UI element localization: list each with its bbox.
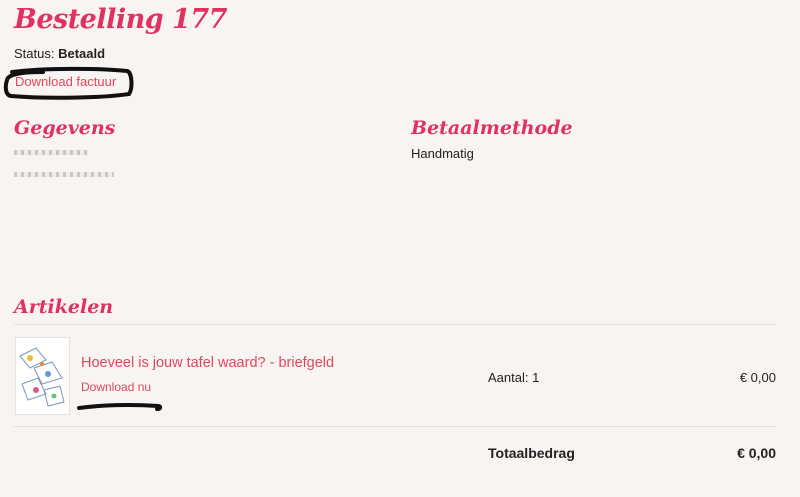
page-title: Bestelling 177 — [14, 4, 227, 35]
order-status: Status: Betaald — [14, 46, 105, 61]
redacted-email — [14, 172, 114, 177]
divider — [14, 324, 776, 325]
total-value: € 0,00 — [737, 445, 776, 461]
payment-heading: Betaalmethode — [411, 117, 573, 139]
product-image-icon — [19, 347, 65, 407]
status-label: Status: — [14, 46, 55, 61]
download-invoice-link[interactable]: Download factuur — [15, 74, 116, 89]
item-price: € 0,00 — [739, 370, 776, 385]
total-label: Totaalbedrag — [488, 445, 575, 461]
status-value: Betaald — [58, 46, 106, 61]
redacted-name — [14, 150, 88, 155]
underline-scribble — [77, 402, 163, 411]
product-thumbnail[interactable] — [15, 337, 70, 415]
articles-heading: Artikelen — [14, 296, 114, 318]
payment-method: Handmatig — [411, 146, 474, 161]
download-now-link[interactable]: Download nu — [81, 380, 151, 394]
details-heading: Gegevens — [14, 117, 116, 139]
divider — [14, 426, 776, 427]
product-name-link[interactable]: Hoeveel is jouw tafel waard? - briefgeld — [81, 355, 334, 371]
item-quantity: Aantal: 1 — [488, 370, 540, 385]
